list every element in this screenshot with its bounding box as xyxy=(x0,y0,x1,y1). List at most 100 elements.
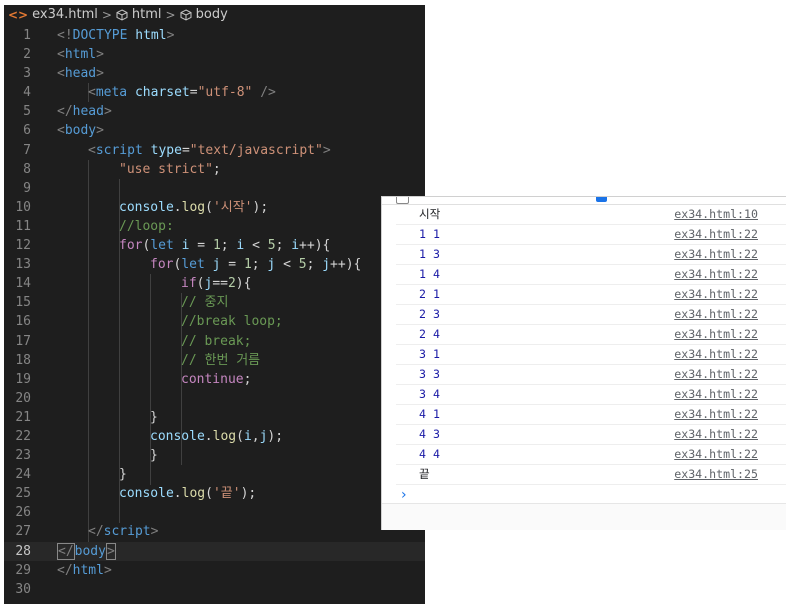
console-source-link[interactable]: ex34.html:22 xyxy=(674,305,758,324)
line-number: 3 xyxy=(23,66,31,82)
console-source-link[interactable]: ex34.html:22 xyxy=(674,325,758,344)
code-editor[interactable]: <> ex34.html > html > body 1 <!DOCTYPE ht… xyxy=(4,5,425,604)
code-line[interactable]: 15// 중지 xyxy=(4,293,425,312)
console-input-area[interactable] xyxy=(382,503,786,530)
console-message-row: 1 4 ex34.html:22 xyxy=(396,265,786,285)
line-number: 23 xyxy=(15,448,31,464)
line-number: 2 xyxy=(23,47,31,63)
line-number: 6 xyxy=(23,123,31,139)
line-number: 20 xyxy=(15,390,31,406)
breadcrumb-file[interactable]: ex34.html xyxy=(32,7,98,22)
code-line[interactable]: 13 for(let j = 1; j < 5; j++){ xyxy=(4,255,425,274)
console-message-text: 3 3 xyxy=(419,367,440,381)
code-line[interactable]: 10 console.log('시작'); xyxy=(4,198,425,217)
console-message-text: 4 1 xyxy=(419,407,440,421)
console-source-link[interactable]: ex34.html:22 xyxy=(674,365,758,384)
line-number: 5 xyxy=(23,104,31,120)
code-line[interactable]: 18// 한번 거름 xyxy=(4,351,425,370)
line-number: 29 xyxy=(15,562,31,578)
console-message-row: 3 3 ex34.html:22 xyxy=(396,365,786,385)
code-area[interactable]: 1 <!DOCTYPE html> 2 <html> 3 <head> 4 <meta … xyxy=(4,26,425,599)
code-line[interactable]: 1 <!DOCTYPE html> xyxy=(4,26,425,45)
line-number: 11 xyxy=(15,218,31,234)
line-number: 10 xyxy=(15,199,31,215)
code-line[interactable]: 16//break loop; xyxy=(4,312,425,331)
code-line[interactable]: 26 xyxy=(4,503,425,522)
console-source-link[interactable]: ex34.html:22 xyxy=(674,345,758,364)
code-line[interactable]: 2 <html> xyxy=(4,45,425,64)
cube-icon xyxy=(116,8,128,21)
console-source-link[interactable]: ex34.html:22 xyxy=(674,225,758,244)
code-line[interactable]: 21} xyxy=(4,408,425,427)
code-line[interactable]: 4 <meta charset="utf-8" /> xyxy=(4,83,425,102)
line-number: 24 xyxy=(15,467,31,483)
console-message-row: 3 1 ex34.html:22 xyxy=(396,345,786,365)
chevron-right-icon[interactable]: › xyxy=(401,487,407,503)
code-line[interactable]: 30 xyxy=(4,580,425,599)
console-source-link[interactable]: ex34.html:22 xyxy=(674,285,758,304)
evaluate-triggers-checkbox[interactable] xyxy=(596,197,607,202)
line-number: 18 xyxy=(15,352,31,368)
console-source-link[interactable]: ex34.html:22 xyxy=(674,245,758,264)
console-message-text: 1 4 xyxy=(419,267,440,281)
code-line[interactable]: 5 </head> xyxy=(4,102,425,121)
console-source-link[interactable]: ex34.html:22 xyxy=(674,265,758,284)
console-source-link[interactable]: ex34.html:22 xyxy=(674,405,758,424)
console-message-text: 3 4 xyxy=(419,387,440,401)
console-messages: 시작 ex34.html:10 1 1 ex34.html:22 1 3 ex34.htm… xyxy=(382,205,786,485)
line-number: 28 xyxy=(15,543,31,559)
code-line[interactable]: 6 <body> xyxy=(4,121,425,140)
code-line[interactable]: 9 xyxy=(4,179,425,198)
code-line[interactable]: 27 </script> xyxy=(4,522,425,541)
console-message-text: 4 3 xyxy=(419,427,440,441)
console-message-row: 2 4 ex34.html:22 xyxy=(396,325,786,345)
console-source-link[interactable]: ex34.html:25 xyxy=(674,465,758,484)
code-line[interactable]: 12 for(let i = 1; i < 5; i++){ xyxy=(4,236,425,255)
console-source-link[interactable]: ex34.html:10 xyxy=(674,205,758,224)
code-line[interactable]: 14 if(j==2){ xyxy=(4,274,425,293)
breadcrumb-html[interactable]: html xyxy=(132,7,162,22)
console-message-text: 1 1 xyxy=(419,227,440,241)
console-message-text: 4 4 xyxy=(419,447,440,461)
console-source-link[interactable]: ex34.html:22 xyxy=(674,445,758,464)
line-number: 17 xyxy=(15,333,31,349)
code-line[interactable]: 25 console.log('끝'); xyxy=(4,484,425,503)
line-number: 9 xyxy=(23,180,31,196)
breadcrumb-body[interactable]: body xyxy=(196,7,228,22)
line-number: 15 xyxy=(15,295,31,311)
chevron-right-icon: > xyxy=(165,7,176,22)
code-line[interactable]: 8 "use strict"; xyxy=(4,160,425,179)
devtools-console[interactable]: 시작 ex34.html:10 1 1 ex34.html:22 1 3 ex34.htm… xyxy=(381,196,786,530)
code-line-current[interactable]: 28 </body> xyxy=(4,541,425,561)
code-line[interactable]: 20 xyxy=(4,389,425,408)
line-number: 22 xyxy=(15,428,31,444)
code-line[interactable]: 29 </html> xyxy=(4,561,425,580)
code-line[interactable]: 7 <script type="text/javascript"> xyxy=(4,141,425,160)
console-message-row: 3 4 ex34.html:22 xyxy=(396,385,786,405)
console-message-text: 2 1 xyxy=(419,287,440,301)
line-number: 27 xyxy=(15,524,31,540)
group-similar-checkbox[interactable] xyxy=(396,197,409,204)
code-line[interactable]: 11//loop: xyxy=(4,217,425,236)
console-message-row: 4 4 ex34.html:22 xyxy=(396,445,786,465)
cube-icon xyxy=(180,8,192,21)
line-number: 19 xyxy=(15,371,31,387)
line-number: 7 xyxy=(23,142,31,158)
console-message-row: 4 1 ex34.html:22 xyxy=(396,405,786,425)
line-number: 30 xyxy=(15,581,31,597)
chevron-right-icon: > xyxy=(101,7,112,22)
console-message-text: 2 3 xyxy=(419,307,440,321)
code-line[interactable]: 22 console.log(i,j); xyxy=(4,427,425,446)
line-number: 21 xyxy=(15,409,31,425)
console-message-row: 끝 ex34.html:25 xyxy=(396,465,786,485)
code-line[interactable]: 23} xyxy=(4,446,425,465)
code-line[interactable]: 19 continue; xyxy=(4,370,425,389)
console-toolbar xyxy=(382,197,786,205)
code-line[interactable]: 3 <head> xyxy=(4,64,425,83)
console-message-text: 1 3 xyxy=(419,247,440,261)
line-number: 26 xyxy=(15,505,31,521)
console-source-link[interactable]: ex34.html:22 xyxy=(674,425,758,444)
code-line[interactable]: 24} xyxy=(4,465,425,484)
code-line[interactable]: 17// break; xyxy=(4,332,425,351)
console-source-link[interactable]: ex34.html:22 xyxy=(674,385,758,404)
